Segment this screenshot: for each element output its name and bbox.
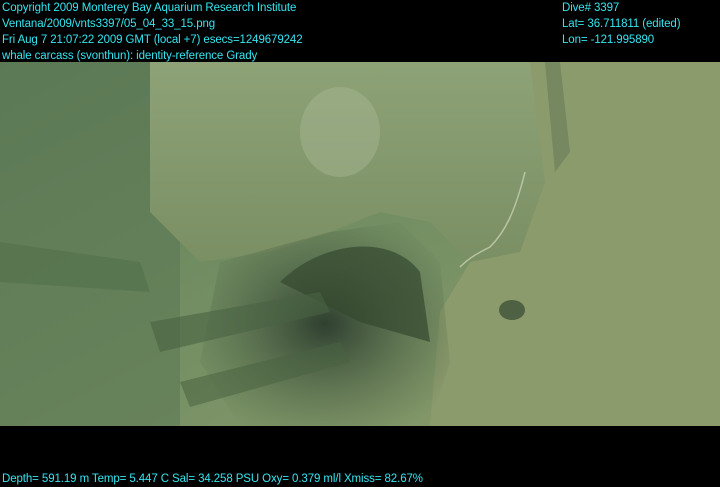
whale-carcass-seafloor-illustration	[0, 62, 720, 426]
copyright-line: Copyright 2009 Monterey Bay Aquarium Res…	[2, 2, 297, 14]
annotation-line: whale carcass (svonthun): identity-refer…	[2, 50, 258, 62]
header-overlay-right: Dive# 3397 Lat= 36.711811 (edited) Lon= …	[562, 0, 681, 48]
timestamp-line: Fri Aug 7 21:07:22 2009 GMT (local +7) e…	[2, 34, 303, 46]
telemetry-line: Depth= 591.19 m Temp= 5.447 C Sal= 34.25…	[2, 473, 423, 485]
dive-number: Dive# 3397	[562, 2, 620, 14]
header-overlay-left: Copyright 2009 Monterey Bay Aquarium Res…	[2, 0, 303, 64]
latitude: Lat= 36.711811 (edited)	[562, 18, 681, 30]
video-frame: Copyright 2009 Monterey Bay Aquarium Res…	[0, 0, 720, 486]
image-path-line: Ventana/2009/vnts3397/05_04_33_15.png	[2, 18, 216, 30]
longitude: Lon= -121.995890	[562, 34, 655, 46]
underwater-scene-image	[0, 62, 720, 426]
